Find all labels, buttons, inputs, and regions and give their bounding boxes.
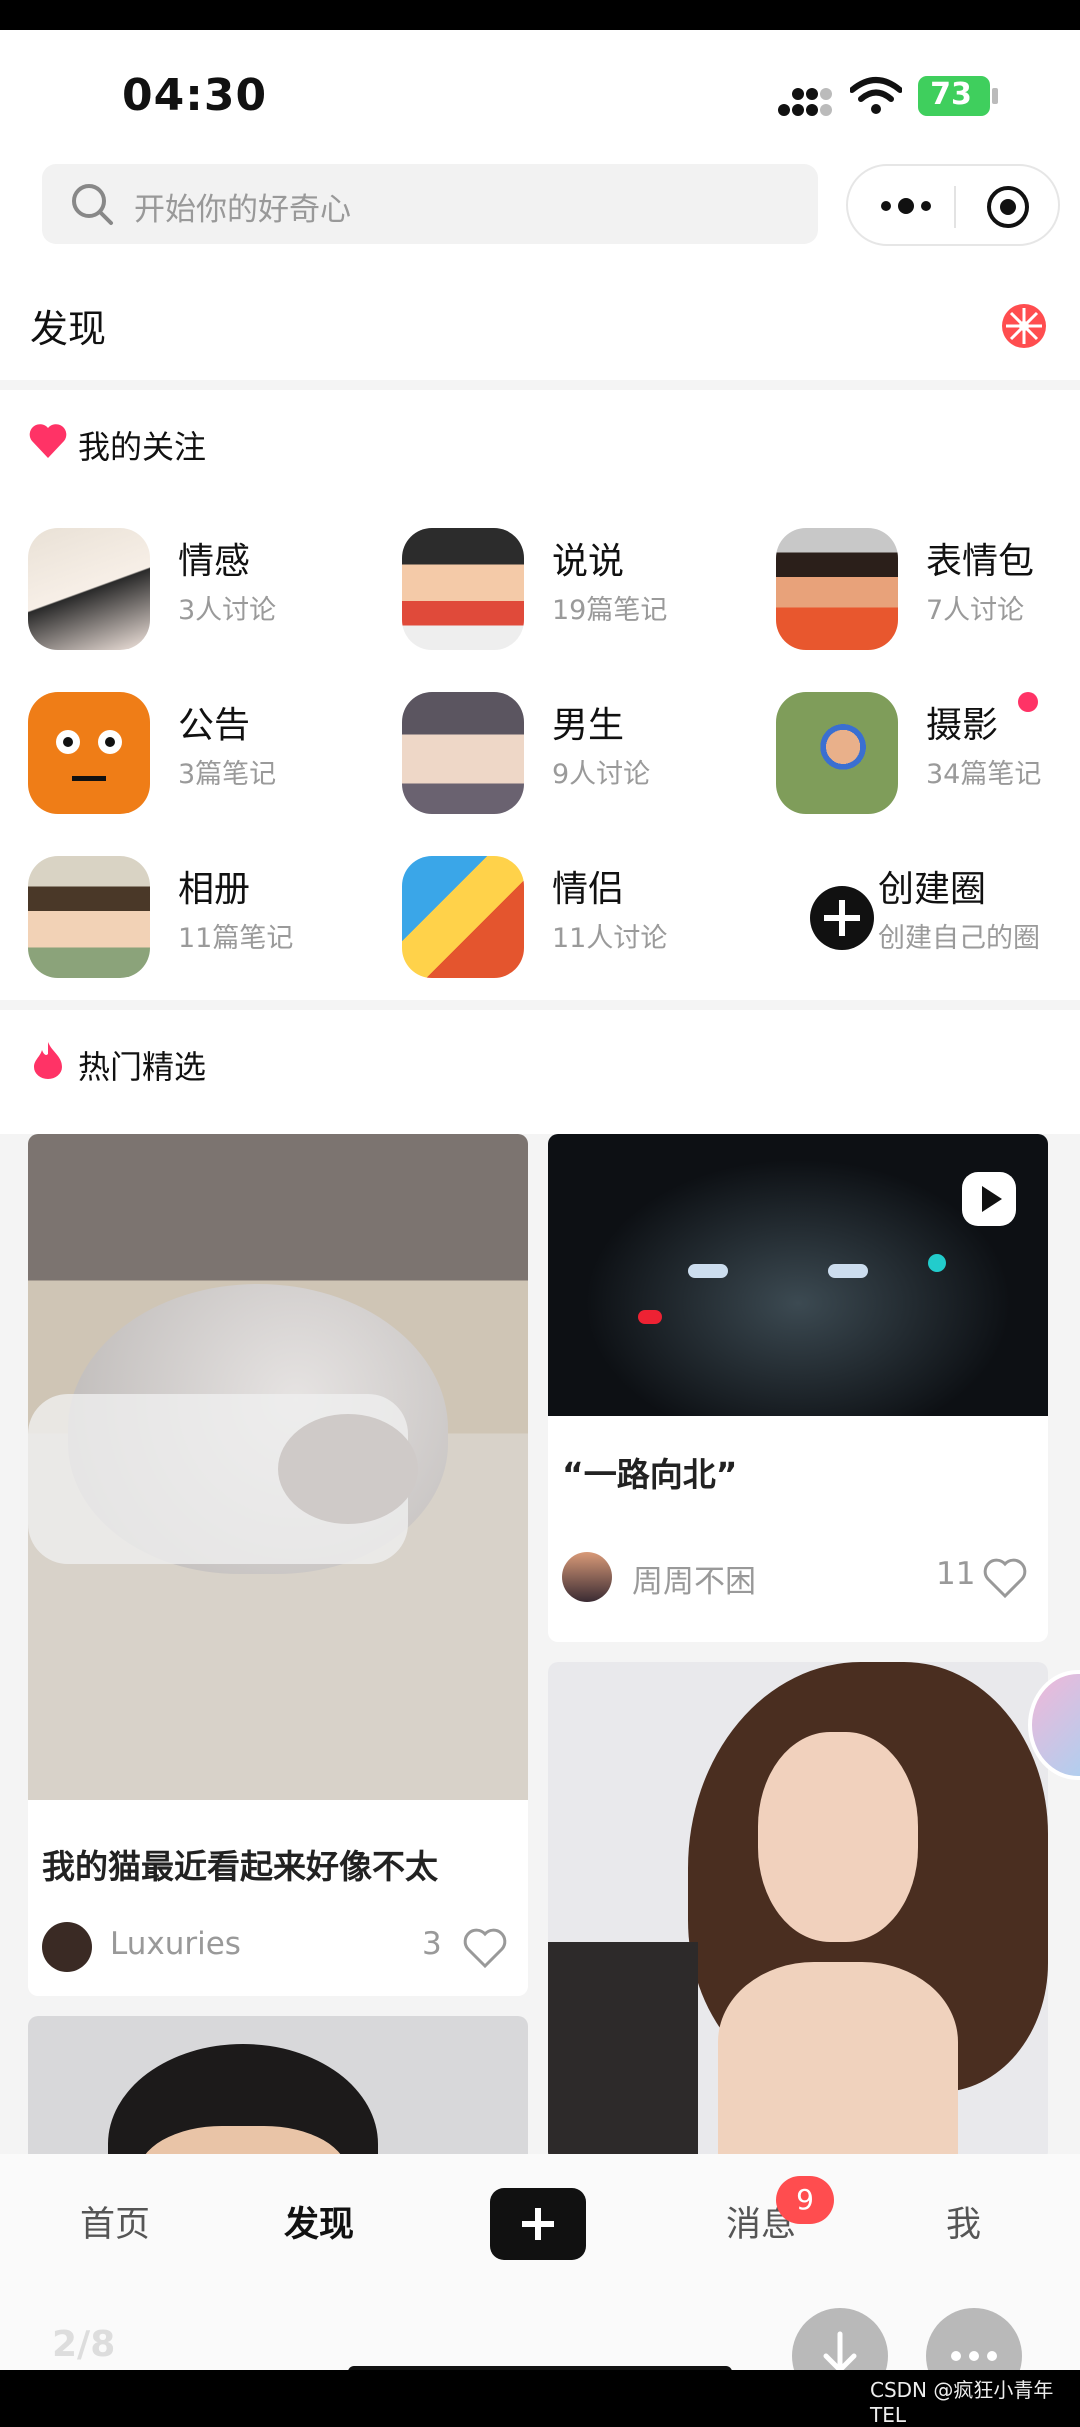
author-name[interactable]: Luxuries <box>110 1926 241 1962</box>
play-icon[interactable] <box>960 1170 1018 1228</box>
plus-icon <box>522 2208 554 2240</box>
tab-discover[interactable]: 发现 <box>284 2196 354 2247</box>
publish-button[interactable] <box>490 2188 586 2260</box>
circle-name: 公告 <box>178 705 251 746</box>
page-indicator: 2/8 <box>52 2324 116 2365</box>
post-caption: “一路向北” <box>562 1455 738 1494</box>
circle-avatar <box>402 856 524 978</box>
post-image <box>548 1662 1048 2162</box>
circle-meta: 19篇笔记 <box>552 595 668 626</box>
author-name[interactable]: 周周不困 <box>632 1556 756 1601</box>
download-icon <box>823 2331 857 2370</box>
new-dot <box>1018 692 1038 712</box>
circle-meta: 34篇笔记 <box>926 759 1042 790</box>
tab-home[interactable]: 首页 <box>80 2196 150 2247</box>
circle-couples[interactable]: 情侣 11人讨论 <box>374 856 734 1016</box>
author-avatar[interactable] <box>42 1922 92 1972</box>
circle-meta: 3人讨论 <box>178 595 277 626</box>
circle-emotion[interactable]: 情感 3人讨论 <box>0 528 360 688</box>
wifi-icon <box>850 77 902 114</box>
circle-avatar <box>776 528 898 650</box>
miniapp-capsule <box>846 164 1060 246</box>
search-icon <box>72 184 113 225</box>
like-heart-icon[interactable] <box>462 1928 508 1970</box>
bottom-nav: 首页 发现 消息 9 我 2/8 <box>0 2154 1080 2370</box>
post-card-portrait[interactable] <box>548 1662 1048 2162</box>
battery-icon: 73 <box>918 76 998 116</box>
circle-avatar <box>402 528 524 650</box>
circle-name: 相册 <box>178 869 251 910</box>
like-count: 3 <box>422 1926 442 1962</box>
author-avatar[interactable] <box>562 1552 612 1602</box>
battery-level: 73 <box>930 77 972 112</box>
status-time: 04:30 <box>122 70 268 121</box>
circle-talk[interactable]: 说说 19篇笔记 <box>374 528 734 688</box>
search-input[interactable]: 开始你的好奇心 <box>42 164 818 244</box>
follow-section-title: 我的关注 <box>78 428 207 466</box>
circle-avatar <box>28 528 150 650</box>
circle-meta: 11篇笔记 <box>178 923 294 954</box>
circle-photography[interactable]: 摄影 34篇笔记 <box>748 692 1080 852</box>
flame-icon <box>34 1042 62 1079</box>
post-caption: 我的猫最近看起来好像不太 <box>42 1847 438 1886</box>
circle-album[interactable]: 相册 11篇笔记 <box>0 856 360 1016</box>
circle-meta: 9人讨论 <box>552 759 651 790</box>
tab-me[interactable]: 我 <box>946 2196 981 2247</box>
home-indicator[interactable] <box>348 2366 732 2370</box>
download-button[interactable] <box>792 2308 888 2370</box>
circle-notice[interactable]: 公告 3篇笔记 <box>0 692 360 852</box>
circle-name: 情感 <box>178 541 251 582</box>
section-divider <box>0 380 1080 390</box>
post-card-video[interactable]: “一路向北” 周周不困 11 <box>548 1134 1048 1642</box>
section-divider <box>0 1000 1080 1010</box>
more-actions-button[interactable] <box>926 2308 1022 2370</box>
circle-stickers[interactable]: 表情包 7人讨论 <box>748 528 1080 688</box>
circle-name: 创建圈 <box>878 869 987 910</box>
capsule-divider <box>954 186 956 228</box>
watermark: CSDN @疯狂小青年TEL <box>870 2378 1054 2427</box>
post-image <box>28 1134 528 1800</box>
create-circle[interactable]: 创建圈 创建自己的圈 <box>748 856 1080 1016</box>
circle-name: 情侣 <box>552 869 625 910</box>
circle-name: 表情包 <box>926 541 1035 582</box>
app-screen: 04:30 73 开始你的好奇心 发现 我的关注 情感 3人讨论 说说 19篇笔… <box>0 30 1080 2370</box>
circle-name: 说说 <box>552 541 625 582</box>
face-icon <box>56 730 122 781</box>
close-miniapp-icon[interactable] <box>985 184 1031 230</box>
circle-meta: 7人讨论 <box>926 595 1025 626</box>
wheel-icon[interactable] <box>1000 302 1048 350</box>
circle-name: 男生 <box>552 705 625 746</box>
circle-boys[interactable]: 男生 9人讨论 <box>374 692 734 852</box>
message-badge: 9 <box>776 2176 834 2224</box>
circle-meta: 创建自己的圈 <box>878 923 1040 954</box>
more-options-icon[interactable] <box>876 188 936 224</box>
like-heart-icon[interactable] <box>982 1558 1028 1600</box>
ellipsis-icon <box>951 2351 997 2361</box>
page-title: 发现 <box>30 307 107 351</box>
circle-meta: 3篇笔记 <box>178 759 277 790</box>
circle-avatar <box>776 692 898 814</box>
heart-icon <box>29 424 67 458</box>
circle-avatar <box>28 692 150 814</box>
circle-avatar <box>28 856 150 978</box>
post-card-cat[interactable]: 我的猫最近看起来好像不太 Luxuries 3 <box>28 1134 528 1996</box>
search-placeholder: 开始你的好奇心 <box>134 192 351 228</box>
circle-meta: 11人讨论 <box>552 923 668 954</box>
circle-avatar <box>402 692 524 814</box>
hot-section-title: 热门精选 <box>78 1048 207 1086</box>
signal-icon <box>778 88 832 116</box>
circle-name: 摄影 <box>926 705 999 746</box>
like-count: 11 <box>936 1556 976 1592</box>
